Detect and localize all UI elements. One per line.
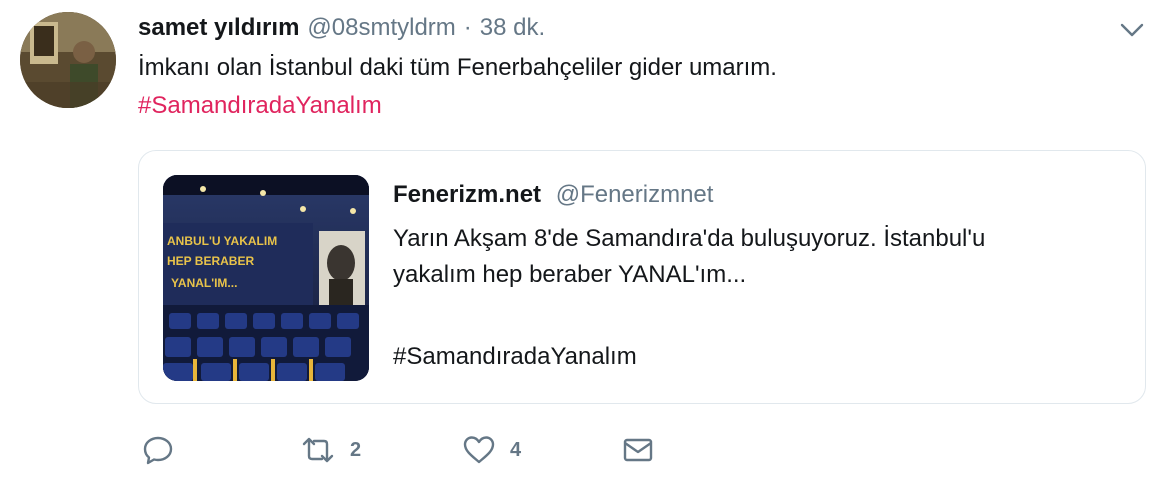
banner-line-2: HEP BERABER bbox=[167, 254, 254, 268]
tweet-header: samet yıldırım @08smtyldrm · 38 dk. bbox=[138, 12, 545, 44]
reply-button[interactable] bbox=[142, 432, 188, 468]
user-handle[interactable]: @08smtyldrm bbox=[307, 12, 455, 44]
chevron-down-icon[interactable] bbox=[1118, 18, 1146, 42]
quoted-tweet-card[interactable]: ANBUL'U YAKALIM HEP BERABER YANAL'IM... bbox=[138, 150, 1146, 404]
retweet-icon bbox=[302, 437, 334, 463]
quoted-tweet-hashtag: #SamandıradaYanalım bbox=[393, 343, 637, 370]
envelope-icon bbox=[623, 438, 653, 462]
timestamp[interactable]: 38 dk. bbox=[480, 12, 545, 44]
avatar-photo bbox=[20, 12, 116, 108]
quoted-text-line: yakalım hep beraber YANAL'ım... bbox=[393, 261, 747, 288]
like-button[interactable]: 4 bbox=[462, 432, 521, 468]
tweet-actions: 2 4 bbox=[138, 432, 678, 468]
quoted-tweet-header: Fenerizm.net @Fenerizmnet bbox=[393, 179, 713, 211]
reply-icon bbox=[143, 436, 173, 465]
user-display-name[interactable]: samet yıldırım bbox=[138, 12, 299, 44]
retweet-count: 2 bbox=[350, 438, 362, 461]
tweet-text: İmkanı olan İstanbul daki tüm Fenerbahçe… bbox=[138, 54, 777, 81]
quoted-handle[interactable]: @Fenerizmnet bbox=[556, 181, 714, 208]
banner-line-3: YANAL'IM... bbox=[171, 276, 237, 290]
retweet-button[interactable]: 2 bbox=[300, 432, 361, 468]
heart-icon bbox=[463, 436, 495, 464]
direct-message-button[interactable] bbox=[622, 432, 654, 468]
tweet-hashtag[interactable]: #SamandıradaYanalım bbox=[138, 90, 382, 122]
quoted-tweet-text: Yarın Akşam 8'de Samandıra'da buluşuyoru… bbox=[393, 221, 1113, 293]
banner-line-1: ANBUL'U YAKALIM bbox=[167, 234, 277, 248]
like-count: 4 bbox=[510, 438, 522, 461]
separator-dot: · bbox=[463, 14, 472, 41]
quoted-display-name[interactable]: Fenerizm.net bbox=[393, 181, 541, 208]
quoted-text-line: Yarın Akşam 8'de Samandıra'da buluşuyoru… bbox=[393, 225, 986, 252]
avatar[interactable] bbox=[20, 12, 116, 108]
quoted-tweet-image[interactable]: ANBUL'U YAKALIM HEP BERABER YANAL'IM... bbox=[163, 175, 369, 381]
